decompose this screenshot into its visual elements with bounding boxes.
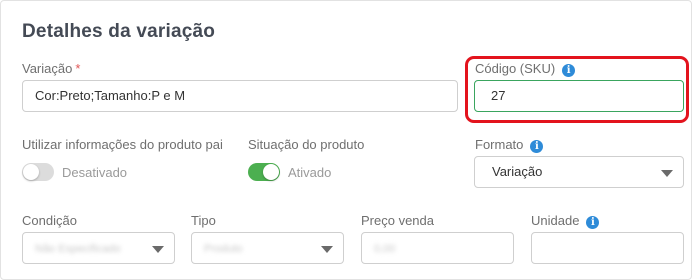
unidade-label-wrap: Unidade i xyxy=(531,213,600,229)
formato-value: Variação xyxy=(492,164,543,179)
condicao-select[interactable]: Não Especificado xyxy=(22,232,175,264)
formato-label: Formato xyxy=(475,137,524,152)
utilizar-state: Desativado xyxy=(62,165,128,180)
variacao-label: Variação xyxy=(22,61,73,76)
utilizar-toggle[interactable] xyxy=(22,163,54,181)
required-mark: * xyxy=(75,61,81,76)
situacao-toggle[interactable] xyxy=(248,163,280,181)
tipo-select[interactable]: Produto xyxy=(191,232,344,264)
variacao-field[interactable]: Cor:Preto;Tamanho:P e M xyxy=(22,80,458,112)
preco-field[interactable]: 0,00 xyxy=(361,232,514,264)
situacao-label: Situação do produto xyxy=(248,137,365,152)
info-icon[interactable]: i xyxy=(586,216,600,229)
condicao-value: Não Especificado xyxy=(35,243,121,255)
situacao-state: Ativado xyxy=(288,165,332,180)
unidade-label: Unidade xyxy=(531,213,580,228)
formato-label-wrap: Formato i xyxy=(475,137,544,153)
sku-label: Código (SKU) xyxy=(475,61,556,76)
formato-select[interactable]: Variação xyxy=(474,156,684,188)
toggle-knob xyxy=(23,164,39,180)
utilizar-label: Utilizar informações do produto pai xyxy=(22,137,223,152)
preco-label: Preço venda xyxy=(361,213,434,228)
chevron-down-icon xyxy=(321,246,333,253)
variacao-label-wrap: Variação * xyxy=(22,61,80,76)
variation-details-panel: Detalhes da variação Variação * Cor:Preto… xyxy=(0,0,692,280)
section-title: Detalhes da variação xyxy=(22,21,216,42)
tipo-value: Produto xyxy=(204,243,243,255)
toggle-knob xyxy=(263,164,279,180)
chevron-down-icon xyxy=(661,170,673,177)
tipo-label: Tipo xyxy=(191,213,216,228)
chevron-down-icon xyxy=(152,246,164,253)
unidade-field[interactable] xyxy=(531,232,684,264)
info-icon[interactable]: i xyxy=(530,140,544,153)
condicao-label: Condição xyxy=(22,213,77,228)
preco-value: 0,00 xyxy=(374,243,396,255)
sku-label-wrap: Código (SKU) i xyxy=(475,61,576,77)
info-icon[interactable]: i xyxy=(562,64,576,77)
sku-field[interactable]: 27 xyxy=(474,80,684,112)
